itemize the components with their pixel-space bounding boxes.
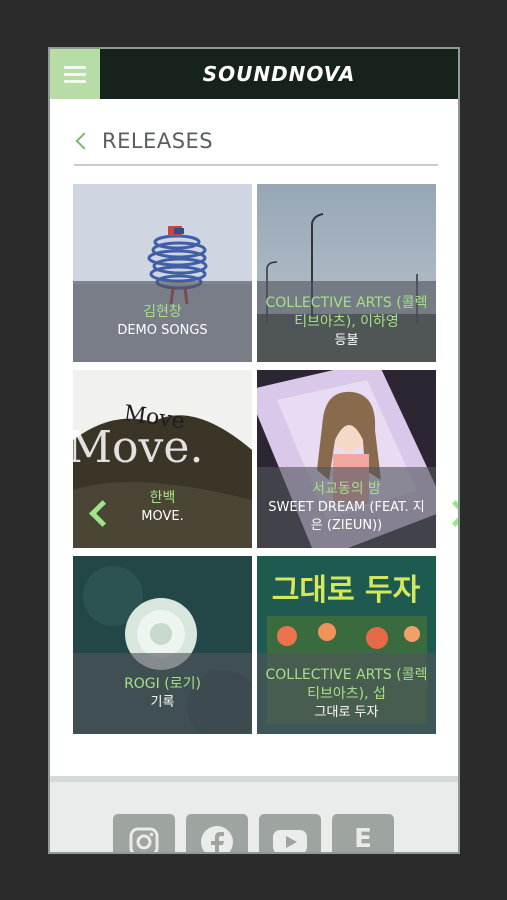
chevron-left-icon[interactable] xyxy=(75,132,93,150)
divider xyxy=(74,164,438,166)
youtube-link[interactable] xyxy=(259,814,321,852)
footer-divider xyxy=(50,776,458,782)
release-caption: COLLECTIVE ARTS (콜렉티브아츠), 섭 그대로 두자 xyxy=(257,653,436,734)
release-card[interactable]: ROGI (로기) 기록 xyxy=(73,556,252,734)
release-title: 기록 xyxy=(150,695,175,710)
menu-button[interactable] xyxy=(50,49,100,99)
top-bar: SOUNDNOVA xyxy=(50,49,458,99)
brand-logo[interactable]: SOUNDNOVA xyxy=(100,49,458,99)
instagram-icon xyxy=(129,827,159,852)
release-caption: 서교동의 밤 SWEET DREAM (FEAT. 지은 (ZIEUN)) xyxy=(257,467,436,548)
hamburger-icon xyxy=(64,65,86,69)
release-artist: 한백 xyxy=(149,490,176,506)
release-card[interactable]: 김현창 DEMO SONGS xyxy=(73,184,252,362)
hamburger-icon-line xyxy=(64,79,86,83)
release-title: 등불 xyxy=(334,332,359,348)
release-title: DEMO SONGS xyxy=(117,323,208,338)
release-card[interactable]: COLLECTIVE ARTS (콜렉티브아츠), 이하영 등불 xyxy=(257,184,436,362)
release-title: SWEET DREAM (FEAT. 지은 (ZIEUN)) xyxy=(268,500,425,533)
release-title: 그대로 두자 xyxy=(314,704,379,720)
release-artist: COLLECTIVE ARTS (콜렉티브아츠), 이하영 xyxy=(265,294,428,330)
release-artist: ROGI (로기) xyxy=(124,676,201,692)
release-title: MOVE. xyxy=(141,509,184,524)
e-link[interactable]: E xyxy=(332,814,394,854)
release-caption: 김현창 DEMO SONGS xyxy=(73,281,252,362)
page-title: RELEASES xyxy=(102,129,214,153)
facebook-icon xyxy=(201,826,233,852)
phone-frame: SOUNDNOVA RELEASES 김현창 DEMO SONGS COLLEC… xyxy=(48,47,460,854)
release-artist: 서교동의 밤 xyxy=(312,481,381,497)
instagram-link[interactable] xyxy=(113,814,175,852)
carousel-next-icon[interactable] xyxy=(442,500,458,527)
section-header: RELEASES xyxy=(74,123,213,159)
release-caption: COLLECTIVE ARTS (콜렉티브아츠), 이하영 등불 xyxy=(257,281,436,362)
release-card[interactable]: 서교동의 밤 SWEET DREAM (FEAT. 지은 (ZIEUN)) xyxy=(257,370,436,548)
releases-page: RELEASES 김현창 DEMO SONGS COLLECTIVE ARTS … xyxy=(50,99,458,776)
hamburger-icon-line xyxy=(64,72,86,76)
release-artist: 김현창 xyxy=(143,304,182,320)
svg-text:그대로 두자: 그대로 두자 xyxy=(272,573,421,608)
release-artist: COLLECTIVE ARTS (콜렉티브아츠), 섭 xyxy=(265,666,428,702)
release-card[interactable]: 그대로 두자 COLLECTIVE ARTS (콜렉티브아츠), 섭 그대로 두… xyxy=(257,556,436,734)
svg-text:Move.: Move. xyxy=(73,422,203,473)
release-caption: ROGI (로기) 기록 xyxy=(73,653,252,734)
facebook-link[interactable] xyxy=(186,814,248,852)
youtube-icon xyxy=(273,830,307,852)
e-icon: E xyxy=(354,824,372,854)
